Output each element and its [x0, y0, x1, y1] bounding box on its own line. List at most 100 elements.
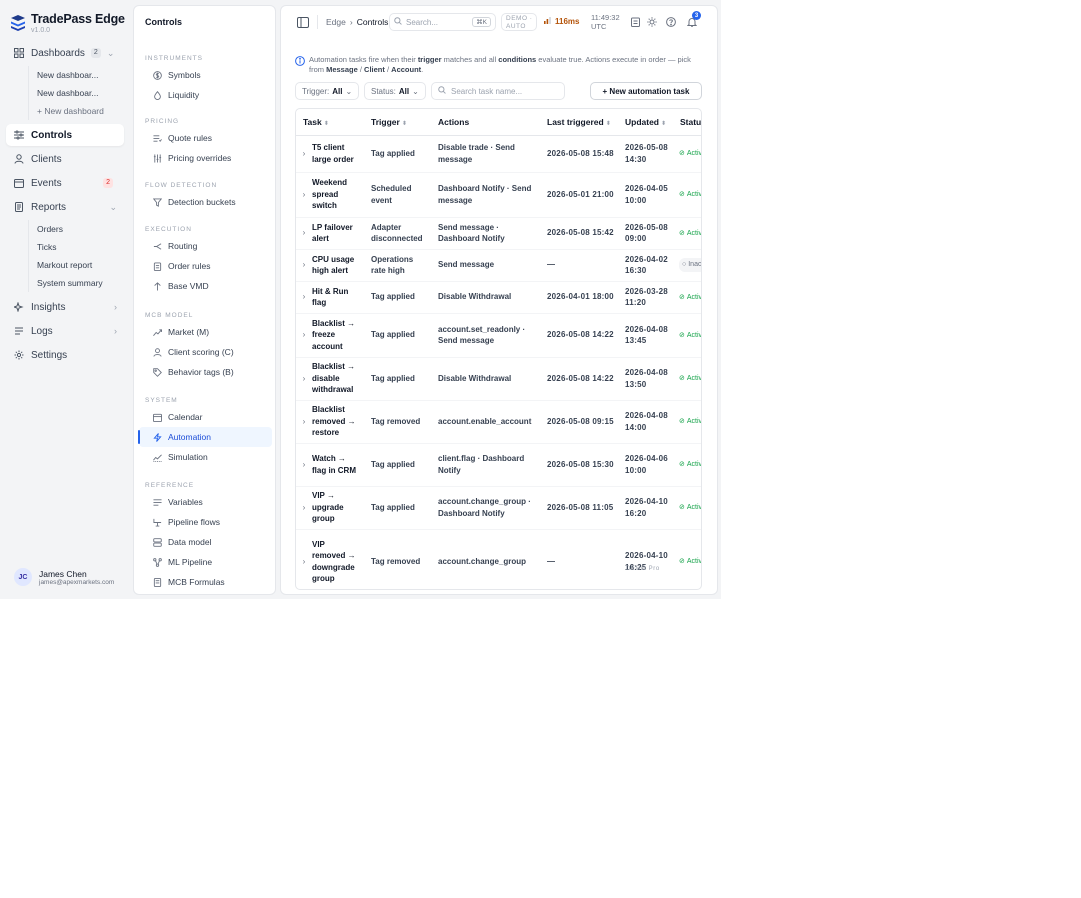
task-cell[interactable]: › Blacklist → freeze account [296, 313, 364, 358]
table-row[interactable]: › LP failover alert Adapter disconnected Se… [296, 217, 701, 250]
panel-item-variables[interactable]: Variables [139, 492, 272, 512]
task-cell[interactable]: › Weekend spread switch [296, 172, 364, 218]
nav-logs[interactable]: Logs › [6, 320, 124, 342]
user-profile[interactable]: JC James Chen james@apexmarkets.com [14, 568, 114, 586]
panel-item-liquidity[interactable]: Liquidity [139, 85, 272, 105]
updated-cell: 2026-04-08 13:45 [618, 313, 673, 358]
grid-icon [13, 47, 25, 59]
column-header-last-triggered[interactable]: Last triggered ⬍ [540, 109, 618, 136]
expand-chevron-icon[interactable]: › [296, 329, 312, 341]
brand-name: TradePass Edge [31, 12, 125, 26]
nav-controls[interactable]: Controls [6, 124, 124, 146]
table-row[interactable]: › Blacklist → freeze account Tag applied ac… [296, 313, 701, 358]
panel-item-automation[interactable]: Automation [138, 427, 272, 447]
panel-item-symbols[interactable]: Symbols [139, 65, 272, 85]
task-cell[interactable]: › Hit & Run flag [296, 281, 364, 314]
table-row[interactable]: › Hit & Run flag Tag applied Disable Withdr… [296, 281, 701, 314]
chevron-right-icon[interactable]: › [114, 326, 117, 336]
last-triggered-cell: 2026-05-01 21:00 [540, 172, 618, 218]
task-cell[interactable]: › VIP removed → downgrade group [296, 529, 364, 589]
panel-item-order-rules[interactable]: Order rules [139, 256, 272, 276]
table-row[interactable]: › Watch → flag in CRM Tag applied client.fl… [296, 443, 701, 487]
expand-chevron-icon[interactable]: › [296, 373, 312, 385]
expand-chevron-icon[interactable]: › [296, 291, 312, 303]
nav-clients[interactable]: Clients [6, 148, 124, 170]
task-cell[interactable]: › Blacklist removed → restore [296, 400, 364, 444]
expand-chevron-icon[interactable]: › [296, 416, 312, 428]
panel-item-detection-buckets[interactable]: Detection buckets [139, 192, 272, 212]
chevron-down-icon[interactable]: ⌄ [107, 48, 115, 59]
task-cell[interactable]: › VIP → upgrade group [296, 486, 364, 530]
column-header-status[interactable]: Status [673, 109, 701, 136]
expand-chevron-icon[interactable]: › [296, 259, 312, 271]
clipboard-icon[interactable] [629, 16, 641, 28]
task-cell[interactable]: › Watch → flag in CRM [296, 443, 364, 487]
panel-item-base-vmd[interactable]: Base VMD [139, 276, 272, 296]
nav-insights[interactable]: Insights › [6, 296, 124, 318]
panel-item-simulation[interactable]: Simulation [139, 447, 272, 467]
expand-chevron-icon[interactable]: › [296, 227, 312, 239]
nav-settings[interactable]: Settings [6, 344, 124, 366]
column-header-task[interactable]: Task ⬍ [296, 109, 364, 136]
rules-icon [152, 133, 162, 143]
panel-item-mcb-formulas[interactable]: MCB Formulas [139, 572, 272, 592]
task-name: Weekend spread switch [312, 178, 347, 211]
panel-item-pipeline-flows[interactable]: Pipeline flows [139, 512, 272, 532]
panel-item-client-scoring[interactable]: Client scoring (C) [139, 342, 272, 362]
dashboard-item[interactable]: New dashboar... [37, 66, 124, 84]
table-row[interactable]: › VIP removed → downgrade group Tag remove… [296, 529, 701, 589]
report-item-ticks[interactable]: Ticks [37, 238, 124, 256]
table-row[interactable]: › CPU usage high alert Operations rate hig… [296, 249, 701, 282]
nav-dashboards[interactable]: Dashboards 2 ⌄ [6, 42, 124, 64]
table-row[interactable]: › Weekend spread switch Scheduled event Das… [296, 172, 701, 218]
chevron-right-icon[interactable]: › [114, 302, 117, 312]
mode-indicator[interactable]: DEMO · AUTO [501, 13, 538, 31]
panel-item-ml-pipeline[interactable]: ML Pipeline [139, 552, 272, 572]
task-cell[interactable]: › Blacklist → disable withdrawal [296, 357, 364, 401]
task-search-input[interactable]: Search task name... [431, 82, 565, 100]
panel-item-market[interactable]: Market (M) [139, 322, 272, 342]
status-filter-dropdown[interactable]: Status: All ⌄ [364, 82, 426, 100]
help-icon[interactable] [665, 16, 677, 28]
panel-item-behavior-tags[interactable]: Behavior tags (B) [139, 362, 272, 382]
new-automation-task-button[interactable]: + New automation task [590, 82, 702, 100]
panel-item-pricing-overrides[interactable]: Pricing overrides [139, 148, 272, 168]
table-row[interactable]: › T5 client large order Tag applied Disable… [296, 135, 701, 173]
task-cell[interactable]: › CPU usage high alert [296, 249, 364, 282]
sidebar-toggle-icon[interactable] [297, 16, 309, 28]
report-item-orders[interactable]: Orders [37, 220, 124, 238]
panel-item-label: Pricing overrides [168, 153, 232, 163]
report-item-system-summary[interactable]: System summary [37, 274, 124, 292]
expand-chevron-icon[interactable]: › [296, 459, 312, 471]
sun-icon[interactable] [646, 16, 658, 28]
table-row[interactable]: › Blacklist removed → restore Tag removed a… [296, 400, 701, 444]
table-row[interactable]: › VIP → upgrade group Tag applied account.c… [296, 486, 701, 530]
panel-item-calendar[interactable]: Calendar [139, 407, 272, 427]
expand-chevron-icon[interactable]: › [296, 148, 312, 160]
task-cell[interactable]: › LP failover alert [296, 217, 364, 250]
trigger-filter-dropdown[interactable]: Trigger: All ⌄ [295, 82, 360, 100]
section-heading: PRICING [145, 118, 180, 125]
table-row[interactable]: › Blacklist → disable withdrawal Tag appli… [296, 357, 701, 401]
panel-item-quote-rules[interactable]: Quote rules [139, 128, 272, 148]
chevron-down-icon[interactable]: ⌄ [109, 202, 117, 213]
column-header-trigger[interactable]: Trigger ⬍ [364, 109, 431, 136]
column-header-updated[interactable]: Updated ⬍ [618, 109, 673, 136]
panel-item-data-model[interactable]: Data model [139, 532, 272, 552]
panel-item-routing[interactable]: Routing [139, 236, 272, 256]
report-item-markout[interactable]: Markout report [37, 256, 124, 274]
brand[interactable]: TradePass Edge v1.0.0 [10, 12, 125, 34]
actions-cell: Disable trade · Send message [431, 135, 540, 173]
expand-chevron-icon[interactable]: › [296, 189, 312, 201]
dashboard-item[interactable]: New dashboar... [37, 84, 124, 102]
section-heading: SYSTEM [145, 397, 178, 404]
breadcrumb-root[interactable]: Edge [326, 17, 346, 27]
bell-icon[interactable]: 3 [686, 11, 701, 28]
nav-events[interactable]: Events 2 [6, 172, 124, 194]
expand-chevron-icon[interactable]: › [296, 502, 312, 514]
global-search[interactable]: Search... ⌘K [389, 13, 496, 31]
task-cell[interactable]: › T5 client large order [296, 135, 364, 173]
new-dashboard-link[interactable]: + New dashboard [37, 102, 124, 120]
nav-reports[interactable]: Reports ⌄ [6, 196, 124, 218]
expand-chevron-icon[interactable]: › [296, 556, 312, 568]
